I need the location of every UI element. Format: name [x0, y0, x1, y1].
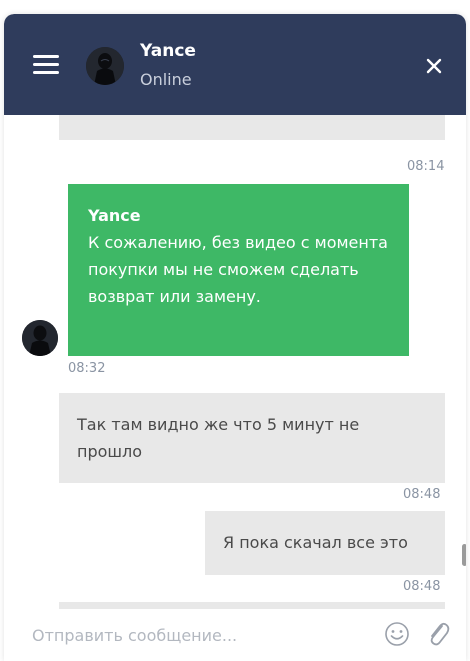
agent-status: Online — [140, 70, 192, 89]
message-input[interactable] — [30, 619, 364, 651]
message-text: К сожалению, без видео с момента покупки… — [88, 233, 388, 306]
chat-widget: Yance Online 08:14 Yance К сожалению, бе… — [4, 14, 466, 661]
visitor-message: Я пока скачал все это — [205, 511, 445, 575]
chat-header: Yance Online — [4, 14, 466, 115]
message-list[interactable]: 08:14 Yance К сожалению, без видео с мом… — [4, 115, 466, 609]
message-text: Так там видно же что 5 минут не прошло — [77, 415, 360, 461]
message-text: Я пока скачал все это — [223, 533, 408, 552]
message-timestamp: 08:14 — [407, 159, 445, 174]
agent-name: Yance — [140, 41, 196, 61]
message-sender: Yance — [88, 206, 141, 225]
visitor-message: Так там видно же что 5 минут не прошло — [59, 393, 445, 483]
scrollbar-thumb[interactable] — [462, 544, 466, 566]
hamburger-menu-icon[interactable] — [33, 52, 60, 76]
message-timestamp: 08:48 — [403, 487, 441, 502]
agent-message: Yance К сожалению, без видео с момента п… — [68, 184, 409, 356]
message-timestamp: 08:32 — [68, 361, 106, 376]
message-composer — [4, 609, 466, 661]
close-x-icon[interactable] — [423, 55, 445, 77]
visitor-message — [59, 115, 445, 140]
visitor-message — [59, 602, 445, 609]
agent-avatar — [86, 47, 124, 85]
message-timestamp: 08:48 — [403, 579, 441, 594]
smiley-face-icon[interactable] — [384, 621, 410, 647]
agent-avatar — [22, 320, 58, 356]
paperclip-icon[interactable] — [426, 619, 450, 649]
